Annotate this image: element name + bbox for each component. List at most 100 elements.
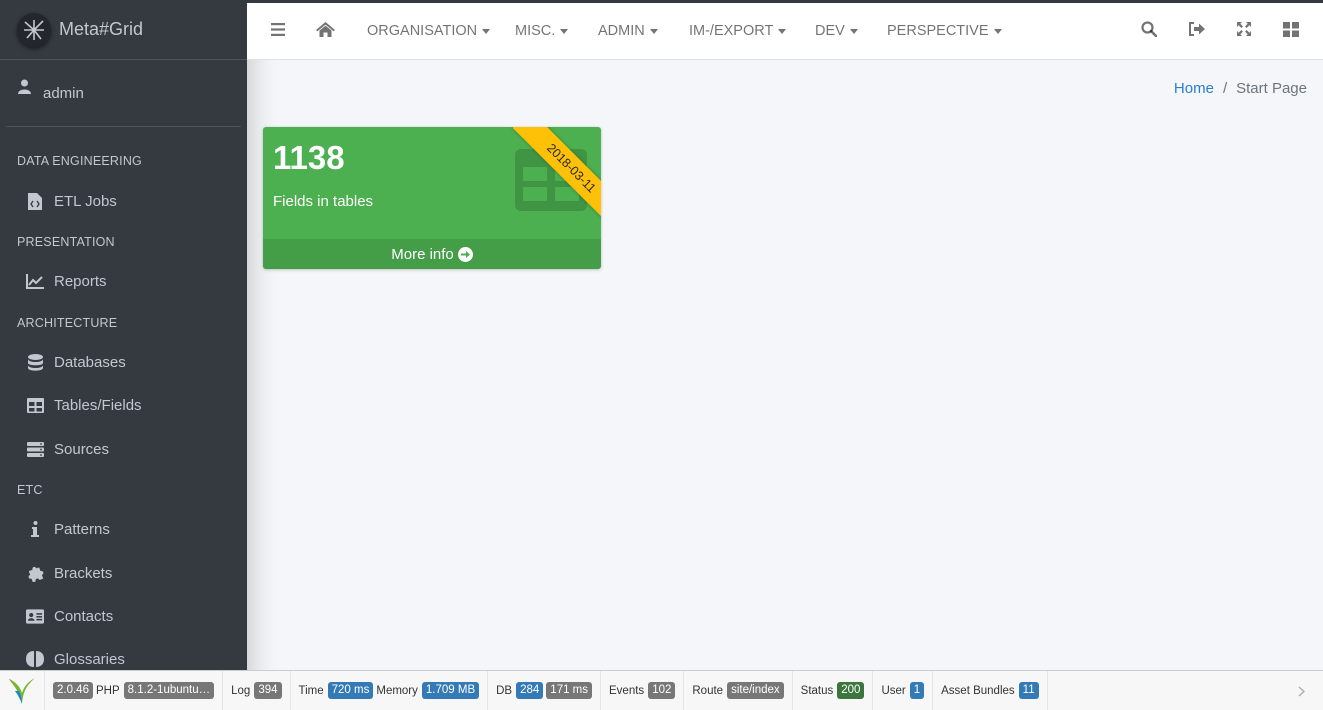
fullscreen-button[interactable] bbox=[1237, 3, 1251, 59]
sidebar-item-brackets[interactable]: Brackets bbox=[8, 554, 239, 592]
home-icon bbox=[316, 21, 335, 41]
more-info-label: More info bbox=[391, 245, 454, 263]
sidebar-item-sources[interactable]: Sources bbox=[8, 430, 239, 468]
asset-bundles-badge: 11 bbox=[1018, 682, 1039, 699]
memory-label: Memory bbox=[376, 684, 418, 697]
logout-button[interactable] bbox=[1188, 3, 1205, 59]
address-card-icon bbox=[26, 607, 44, 625]
nav-header-etc: ETC bbox=[17, 483, 43, 497]
top-border bbox=[0, 0, 1323, 3]
user-badge: 1 bbox=[909, 682, 925, 699]
sidebar-item-label: Databases bbox=[54, 353, 126, 371]
sidebar-item-label: Sources bbox=[54, 440, 110, 458]
debug-version-block[interactable]: 2.0.46 PHP 8.1.2-1ubuntu… bbox=[45, 671, 224, 710]
sidebar-item-label: Contacts bbox=[54, 607, 114, 625]
menu-organisation[interactable]: ORGANISATION bbox=[367, 3, 491, 59]
debug-log-block[interactable]: Log 394 bbox=[223, 671, 291, 710]
caret-down-icon bbox=[649, 28, 658, 34]
sidebar-item-tables-fields[interactable]: Tables/Fields bbox=[8, 386, 239, 424]
sidebar-item-label: Brackets bbox=[54, 564, 113, 582]
menu-label: MISC. bbox=[515, 23, 556, 39]
control-sidebar-button[interactable] bbox=[1283, 3, 1299, 59]
breadcrumb-current: Start Page bbox=[1236, 80, 1307, 97]
sidebar-item-databases[interactable]: Databases bbox=[8, 343, 239, 381]
menu-label: ORGANISATION bbox=[367, 23, 478, 39]
debug-status-block[interactable]: Status 200 bbox=[793, 671, 874, 710]
nav-header-data-engineering: DATA ENGINEERING bbox=[17, 154, 142, 168]
user-name: admin bbox=[43, 84, 84, 102]
debug-assets-block[interactable]: Asset Bundles 11 bbox=[933, 671, 1048, 710]
menu-im-export[interactable]: IM-/EXPORT bbox=[689, 3, 787, 59]
date-ribbon: 2018-03-11 bbox=[512, 127, 601, 222]
database-icon bbox=[26, 353, 44, 371]
table-icon bbox=[26, 396, 44, 414]
info-box-label: Fields in tables bbox=[273, 193, 374, 210]
debug-events-block[interactable]: Events 102 bbox=[601, 671, 685, 710]
sidebar-item-label: Glossaries bbox=[54, 650, 125, 668]
status-badge: 200 bbox=[837, 682, 865, 699]
menu-label: PERSPECTIVE bbox=[887, 23, 989, 39]
chevron-right-icon[interactable] bbox=[1298, 684, 1305, 700]
search-button[interactable] bbox=[1141, 3, 1158, 59]
menu-misc[interactable]: MISC. bbox=[515, 3, 569, 59]
sidebar-item-label: ETL Jobs bbox=[54, 192, 117, 210]
menu-label: IM-/EXPORT bbox=[689, 23, 774, 39]
user-icon bbox=[18, 79, 32, 95]
sidebar-item-patterns[interactable]: Patterns bbox=[8, 510, 239, 548]
sidebar-item-reports[interactable]: Reports bbox=[8, 262, 239, 300]
expand-icon bbox=[1237, 22, 1251, 40]
memory-badge: 1.709 MB bbox=[421, 682, 480, 699]
caret-down-icon bbox=[482, 28, 491, 34]
caret-down-icon bbox=[778, 28, 787, 34]
yii-logo-icon[interactable] bbox=[0, 671, 45, 710]
menu-label: DEV bbox=[815, 23, 845, 39]
more-info-link[interactable]: More info bbox=[263, 239, 601, 269]
sidebar-item-contacts[interactable]: Contacts bbox=[8, 597, 239, 635]
time-label: Time bbox=[298, 684, 324, 697]
asset-bundles-label: Asset Bundles bbox=[941, 684, 1015, 697]
brand-title: Meta#Grid bbox=[59, 19, 144, 39]
sidebar-item-label: Patterns bbox=[54, 520, 110, 538]
brand-link[interactable]: Meta#Grid bbox=[0, 0, 247, 60]
events-label: Events bbox=[609, 684, 645, 697]
puzzle-icon bbox=[26, 564, 44, 582]
php-version-badge: 8.1.2-1ubuntu… bbox=[123, 682, 215, 699]
sidebar-toggle-button[interactable] bbox=[271, 3, 285, 59]
debug-route-block[interactable]: Route site/index bbox=[684, 671, 793, 710]
time-badge: 720 ms bbox=[327, 682, 374, 699]
menu-label: ADMIN bbox=[598, 23, 645, 39]
user-panel[interactable]: admin bbox=[6, 60, 241, 127]
debug-user-block[interactable]: User 1 bbox=[873, 671, 934, 710]
status-label: Status bbox=[800, 684, 834, 697]
log-count-badge: 394 bbox=[254, 682, 282, 699]
route-badge: site/index bbox=[727, 682, 784, 699]
debug-time-block[interactable]: Time 720 ms Memory 1.709 MB bbox=[291, 671, 489, 710]
debug-db-block[interactable]: DB 284 171 ms bbox=[488, 671, 602, 710]
db-count-badge: 284 bbox=[516, 682, 544, 699]
caret-down-icon bbox=[849, 28, 858, 34]
route-label: Route bbox=[692, 684, 724, 697]
caret-down-icon bbox=[560, 28, 569, 34]
sidebar-item-label: Tables/Fields bbox=[54, 396, 142, 414]
menu-admin[interactable]: ADMIN bbox=[598, 3, 658, 59]
bars-icon bbox=[271, 22, 285, 40]
php-label: PHP bbox=[95, 684, 120, 697]
grid-icon bbox=[1283, 21, 1299, 41]
arrow-circle-right-icon bbox=[457, 246, 473, 262]
breadcrumb: Home / Start Page bbox=[1174, 80, 1307, 97]
sidebar-item-etl-jobs[interactable]: ETL Jobs bbox=[8, 182, 239, 220]
server-icon bbox=[26, 440, 44, 458]
line-chart-icon bbox=[26, 272, 44, 290]
db-time-badge: 171 ms bbox=[546, 682, 593, 699]
search-icon bbox=[1141, 21, 1158, 41]
breadcrumb-home-link[interactable]: Home bbox=[1174, 80, 1214, 97]
nav-header-presentation: PRESENTATION bbox=[17, 235, 115, 249]
ribbon-wrapper: 2018-03-11 bbox=[506, 127, 601, 222]
menu-perspective[interactable]: PERSPECTIVE bbox=[887, 3, 1002, 59]
sidebar: Meta#Grid admin DATA ENGINEERING ETL Job… bbox=[0, 0, 247, 710]
home-button[interactable] bbox=[316, 3, 335, 59]
caret-down-icon bbox=[993, 28, 1002, 34]
nav-header-architecture: ARCHITECTURE bbox=[17, 316, 118, 330]
menu-dev[interactable]: DEV bbox=[815, 3, 858, 59]
top-navbar: ORGANISATION MISC. ADMIN IM-/EXPORT DEV … bbox=[247, 3, 1323, 60]
